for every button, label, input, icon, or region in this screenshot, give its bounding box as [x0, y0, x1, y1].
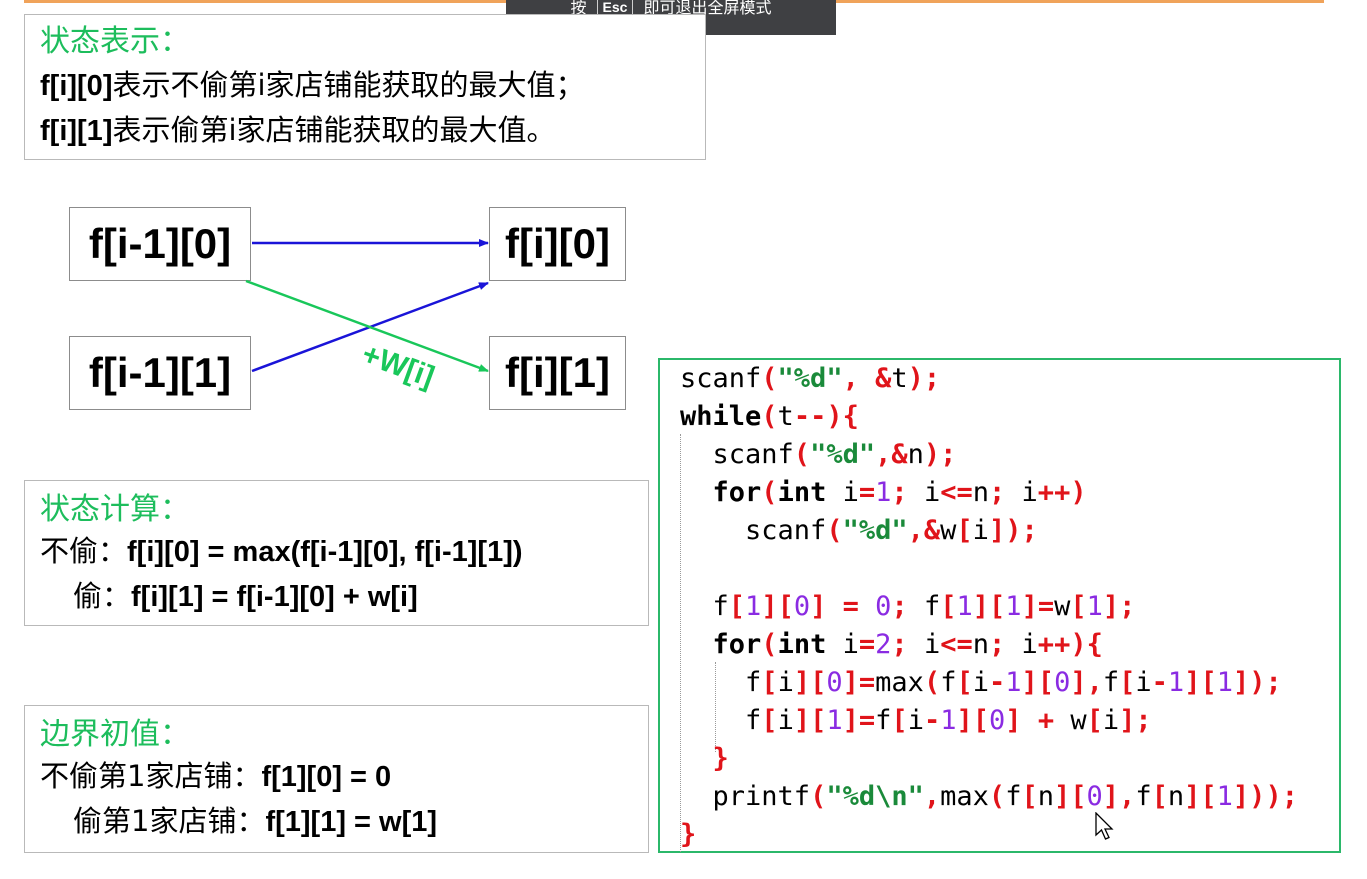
compute-line-1-formula: f[i][1] = f[i-1][0] + w[i] — [131, 581, 418, 613]
init-line-1-formula: f[1][1] = w[1] — [265, 806, 438, 838]
init-line-0: 不偷第1家店铺：f[1][0] = 0 — [40, 754, 648, 799]
compute-line-0: 不偷：f[i][0] = max(f[i-1][0], f[i-1][1]) — [40, 529, 648, 574]
initial-values-box: 边界初值： 不偷第1家店铺：f[1][0] = 0 偷第1家店铺：f[1][1]… — [24, 705, 649, 853]
code-line-11: printf("%d\n",max(f[n][0],f[n][1])); — [712, 781, 1298, 812]
code-line-12: } — [680, 819, 697, 850]
init-line-1-prefix: 偷第1家店铺： — [73, 804, 266, 838]
code-line-3: for(int i=1; i<=n; i++) — [712, 477, 1087, 508]
code-line-7: for(int i=2; i<=n; i++){ — [712, 629, 1103, 660]
code-panel: scanf("%d", &t); while(t--){ scanf("%d",&… — [658, 358, 1341, 853]
compute-line-0-prefix: 不偷： — [40, 534, 128, 568]
compute-line-0-formula: f[i][0] = max(f[i-1][0], f[i-1][1]) — [127, 536, 523, 568]
compute-line-1-prefix: 偷： — [73, 579, 132, 613]
init-line-1: 偷第1家店铺：f[1][1] = w[1] — [40, 799, 648, 844]
code-line-1: while(t--){ — [680, 401, 859, 432]
code-line-0: scanf("%d", &t); — [680, 363, 941, 394]
code-line-8: f[i][0]=max(f[i-1][0],f[i-1][1]); — [745, 667, 1282, 698]
code-line-4: scanf("%d",&w[i]); — [745, 515, 1038, 546]
init-line-0-formula: f[1][0] = 0 — [261, 761, 392, 793]
edge-label-plus-w: +W[i] — [358, 338, 439, 394]
init-line-0-prefix: 不偷第1家店铺： — [40, 759, 262, 793]
code-line-9: f[i][1]=f[i-1][0] + w[i]; — [745, 705, 1152, 736]
compute-line-1: 偷：f[i][1] = f[i-1][0] + w[i] — [40, 574, 648, 619]
state-computation-box: 状态计算： 不偷：f[i][0] = max(f[i-1][0], f[i-1]… — [24, 480, 649, 626]
init-title: 边界初值： — [40, 717, 190, 752]
code-line-6: f[1][0] = 0; f[1][1]=w[1]; — [712, 591, 1136, 622]
compute-title: 状态计算： — [40, 492, 190, 527]
code-line-2: scanf("%d",&n); — [712, 439, 957, 470]
code-line-10: } — [712, 743, 729, 774]
mouse-pointer-icon — [1095, 812, 1114, 840]
